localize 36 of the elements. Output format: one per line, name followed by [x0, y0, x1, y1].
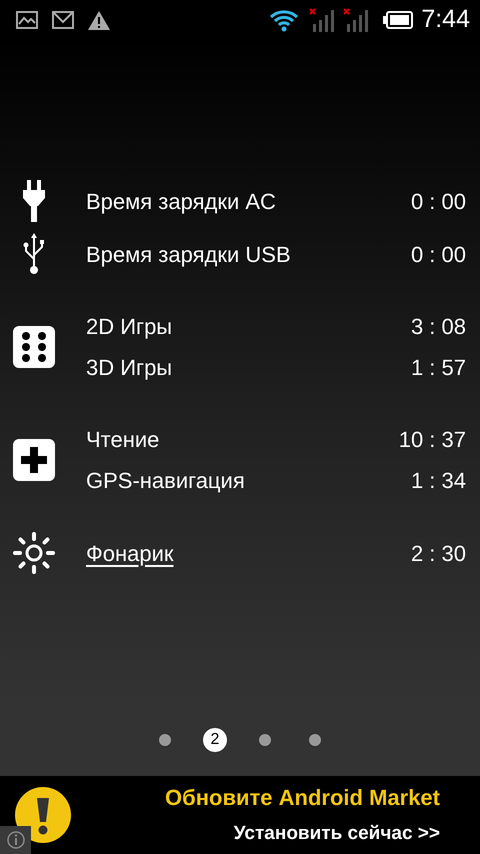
usage-time: 1 : 34 [410, 467, 466, 495]
usage-label: Время зарядки USB [86, 240, 291, 269]
usage-label: 2D Игры [86, 313, 172, 341]
exclamation-icon [14, 786, 72, 844]
usage-label: Чтение [86, 426, 160, 454]
usage-time: 0 : 00 [410, 188, 466, 216]
page-indicator-dot[interactable] [259, 734, 271, 746]
picture-notification-icon [16, 11, 38, 29]
info-icon [6, 831, 24, 849]
info-button[interactable] [0, 826, 31, 854]
plug-icon [23, 180, 45, 222]
page-indicator-dot[interactable] [309, 734, 321, 746]
usage-label: Время зарядки AC [86, 188, 276, 216]
ad-action: Установить сейчас >> [232, 822, 440, 846]
wifi-icon [269, 8, 300, 32]
usage-label: GPS-навигация [86, 467, 245, 495]
usage-time: 3 : 08 [410, 313, 466, 341]
mail-icon [52, 11, 74, 29]
usage-label: 3D Игры [86, 354, 172, 382]
usage-time: 10 : 37 [398, 426, 466, 454]
sun-icon [13, 532, 55, 574]
page-indicator-dot[interactable] [159, 734, 171, 746]
page-indicator-dot[interactable]: 2 [203, 728, 227, 752]
usb-icon [23, 233, 45, 275]
usage-time: 1 : 57 [410, 354, 466, 382]
ad-title: Обновите Android Market [164, 784, 440, 812]
clock: 7:44 [421, 4, 470, 36]
no-signal-icon [309, 8, 336, 32]
link[interactable]: Фонарик [86, 536, 174, 570]
usage-time: 2 : 30 [410, 540, 466, 568]
dice-icon [13, 326, 55, 368]
usage-time: 0 : 00 [410, 240, 466, 268]
no-signal-icon [343, 8, 370, 32]
battery-icon [383, 11, 414, 29]
plus-icon [13, 439, 55, 481]
warning-icon [88, 10, 110, 30]
